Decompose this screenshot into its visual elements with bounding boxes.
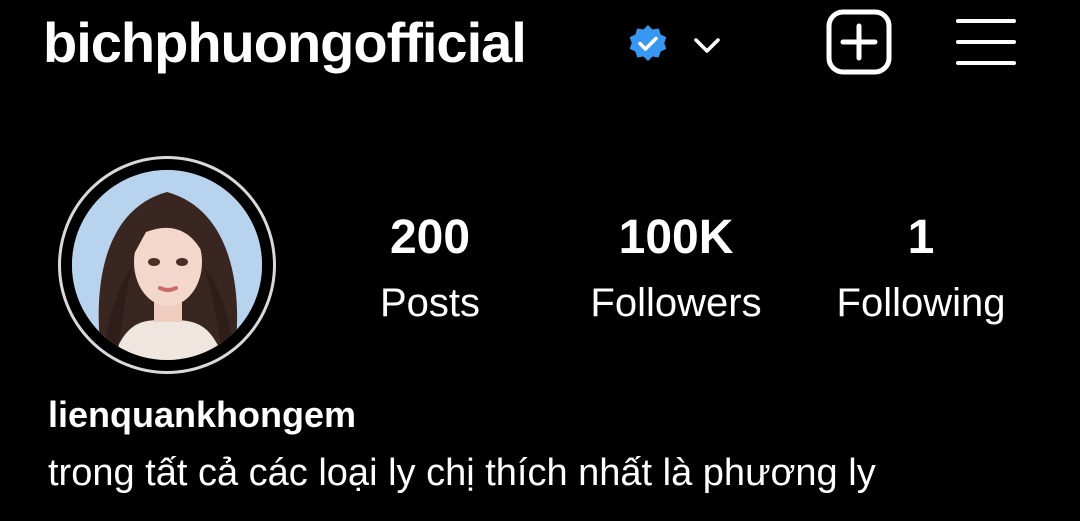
profile-header: bichphuongofficial [0,0,1080,90]
followers-label: Followers [590,281,762,325]
posts-label: Posts [379,281,481,325]
posts-count: 200 [389,211,471,264]
verified-badge-icon [629,25,667,61]
username-switcher[interactable]: bichphuongofficial [43,8,527,78]
chevron-down-icon[interactable] [690,28,724,62]
followers-count: 100K [618,211,734,264]
following-stat[interactable]: 1 Following [791,205,1051,333]
following-count: 1 [907,211,935,264]
followers-stat[interactable]: 100K Followers [546,205,806,333]
new-post-icon[interactable] [825,8,893,76]
posts-stat[interactable]: 200 Posts [300,205,560,333]
following-label: Following [836,281,1006,325]
menu-icon[interactable] [955,14,1017,70]
profile-photo [72,170,262,360]
profile-bio: trong tất cả các loại ly chị thích nhất … [48,452,876,494]
avatar[interactable] [72,170,262,360]
profile-name: lienquankhongem [48,394,357,435]
